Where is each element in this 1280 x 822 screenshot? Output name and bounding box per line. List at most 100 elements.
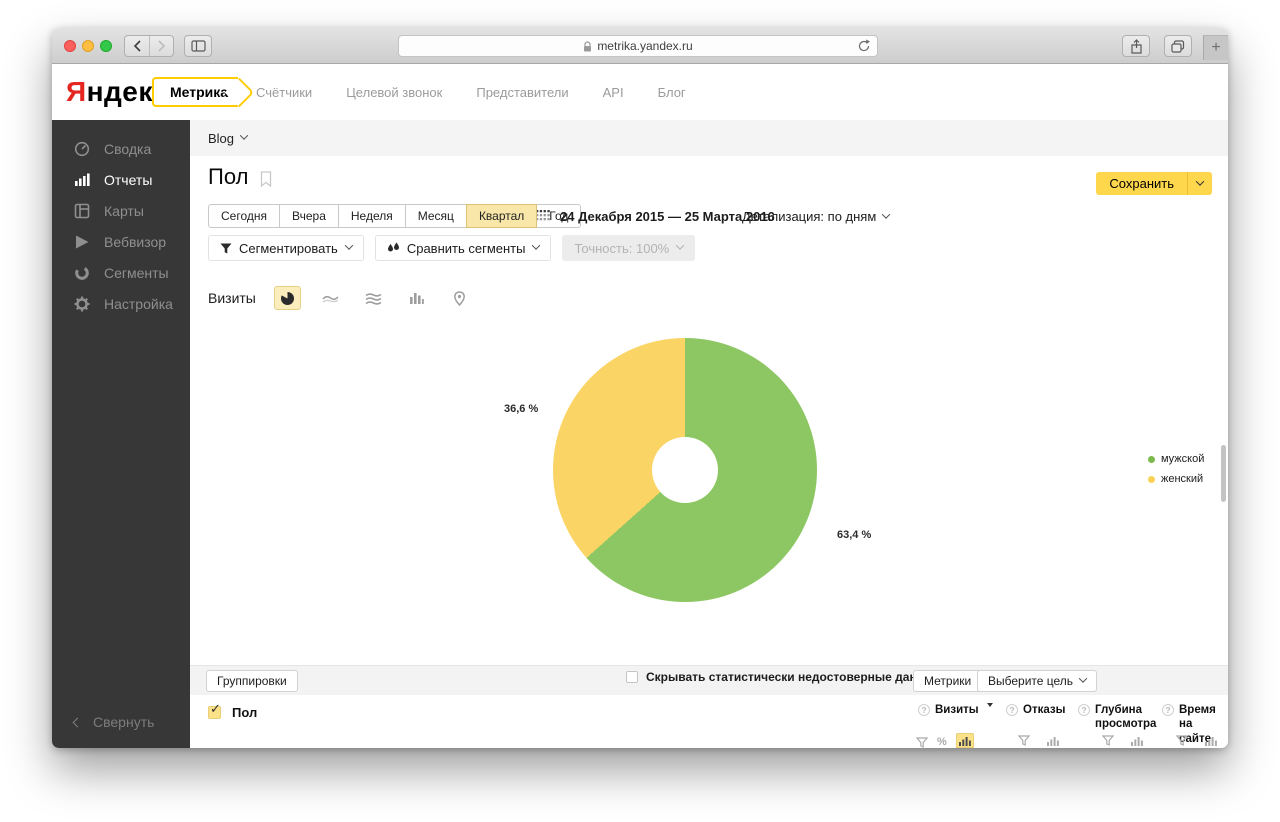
chevron-down-icon bbox=[532, 241, 541, 250]
collapse-sidebar-button[interactable]: Свернуть bbox=[72, 714, 154, 730]
chevron-left-icon bbox=[72, 717, 83, 727]
legend-dot-green bbox=[1148, 455, 1155, 463]
product-tab-metrika[interactable]: Метрика bbox=[152, 77, 255, 108]
help-icon[interactable]: ? bbox=[1078, 704, 1090, 716]
sidebar-item-summary[interactable]: Сводка bbox=[52, 133, 190, 164]
chart-type-map-button[interactable] bbox=[446, 286, 473, 310]
nav-blog[interactable]: Блог bbox=[658, 85, 686, 100]
vertical-scrollbar[interactable] bbox=[1221, 445, 1226, 502]
chart-type-pie-button[interactable] bbox=[273, 286, 301, 310]
period-yesterday[interactable]: Вчера bbox=[279, 204, 339, 228]
bar-view-active-icon[interactable] bbox=[955, 733, 974, 748]
nav-api[interactable]: API bbox=[603, 85, 624, 100]
hide-unreliable-checkbox[interactable] bbox=[626, 671, 638, 683]
visits-column-tools: % bbox=[916, 733, 974, 748]
sidebar-item-settings[interactable]: Настройка bbox=[52, 288, 190, 319]
nav-counters[interactable]: Счётчики bbox=[256, 85, 312, 100]
sidebar-item-webvisor[interactable]: Вебвизор bbox=[52, 226, 190, 257]
url-text: metrika.yandex.ru bbox=[597, 39, 693, 53]
choose-goal-button[interactable]: Выберите цель bbox=[977, 670, 1098, 692]
service-header: Яндекс Метрика Счётчики Целевой звонок П… bbox=[52, 65, 1228, 120]
bookmark-icon[interactable] bbox=[260, 171, 272, 192]
sidebar-toggle-button[interactable] bbox=[184, 35, 212, 57]
save-button[interactable]: Сохранить bbox=[1096, 172, 1187, 195]
history-nav-group bbox=[124, 35, 174, 57]
back-button[interactable] bbox=[125, 36, 149, 56]
sidebar-item-segments[interactable]: Сегменты bbox=[52, 257, 190, 288]
column-depth-header[interactable]: ? Глубина просмотра bbox=[1078, 703, 1156, 732]
period-week[interactable]: Неделя bbox=[337, 204, 406, 228]
bar-view-icon[interactable] bbox=[1047, 736, 1059, 746]
bar-view-icon[interactable] bbox=[1131, 736, 1143, 746]
minimize-window-button[interactable] bbox=[82, 40, 94, 52]
pie-chart-icon bbox=[280, 291, 294, 305]
bar-view-icon[interactable] bbox=[1205, 736, 1217, 746]
help-icon[interactable]: ? bbox=[918, 704, 930, 716]
period-selector: Сегодня Вчера Неделя Месяц Квартал Год bbox=[208, 204, 582, 228]
period-today[interactable]: Сегодня bbox=[208, 204, 280, 228]
legend-item-male[interactable]: мужской bbox=[1148, 453, 1204, 465]
chevron-down-icon bbox=[239, 131, 249, 140]
lock-icon bbox=[584, 40, 592, 51]
line-chart-icon bbox=[322, 295, 339, 303]
filter-icon[interactable] bbox=[916, 737, 928, 748]
filter-icon[interactable] bbox=[1102, 735, 1114, 746]
legend-item-female[interactable]: женский bbox=[1148, 473, 1204, 485]
help-icon[interactable]: ? bbox=[1162, 704, 1174, 716]
check-icon: ✓ bbox=[210, 701, 221, 716]
legend-dot-yellow bbox=[1148, 475, 1155, 483]
column-bounces-header[interactable]: ? Отказы bbox=[1006, 703, 1088, 717]
nav-target-call[interactable]: Целевой звонок bbox=[346, 85, 442, 100]
column-bounces: ? Отказы bbox=[1006, 703, 1088, 717]
calendar-icon bbox=[536, 210, 550, 221]
gender-checkbox[interactable]: ✓ bbox=[208, 701, 221, 719]
filter-icon[interactable] bbox=[1018, 735, 1030, 746]
sidebar-item-reports[interactable]: Отчеты bbox=[52, 164, 190, 195]
detailing-selector[interactable]: Детализация: по дням bbox=[742, 209, 891, 224]
date-range-picker[interactable]: 24 Декабря 2015 — 25 Марта 2016 bbox=[536, 209, 775, 224]
segments-icon bbox=[75, 265, 89, 280]
chart-type-toolbar: Визиты bbox=[208, 286, 473, 310]
compare-segments-button[interactable]: Сравнить сегменты bbox=[374, 235, 552, 261]
counter-switcher[interactable]: Blog bbox=[190, 120, 1228, 156]
counter-name: Blog bbox=[208, 130, 235, 146]
footer-toolbar: Группировки Скрывать статистически недос… bbox=[190, 665, 1228, 695]
chart-type-columns-button[interactable] bbox=[403, 286, 430, 310]
close-window-button[interactable] bbox=[64, 40, 76, 52]
metric-label: Визиты bbox=[208, 290, 256, 306]
forward-button[interactable] bbox=[149, 36, 173, 56]
accuracy-button[interactable]: Точность: 100% bbox=[562, 235, 696, 261]
chevron-down-icon bbox=[1078, 674, 1088, 683]
filter-icon bbox=[220, 243, 232, 253]
filter-icon[interactable] bbox=[1176, 735, 1188, 746]
help-icon[interactable]: ? bbox=[1006, 704, 1018, 716]
period-month[interactable]: Месяц bbox=[404, 204, 467, 228]
chevron-right-icon bbox=[158, 40, 166, 52]
reload-button[interactable] bbox=[857, 38, 871, 57]
new-tab-button[interactable]: + bbox=[1203, 35, 1228, 60]
share-button[interactable] bbox=[1122, 35, 1150, 57]
tab-overview-button[interactable] bbox=[1164, 35, 1192, 57]
nav-representatives[interactable]: Представители bbox=[476, 85, 568, 100]
chevron-down-icon bbox=[676, 241, 685, 250]
zoom-window-button[interactable] bbox=[100, 40, 112, 52]
column-chart-icon bbox=[409, 293, 424, 304]
reload-icon bbox=[858, 39, 870, 52]
column-visits-header[interactable]: ? Визиты bbox=[918, 703, 1000, 717]
chart-type-stacked-button[interactable] bbox=[360, 286, 387, 310]
column-depth: ? Глубина просмотра bbox=[1078, 703, 1156, 732]
chart-type-line-button[interactable] bbox=[317, 286, 344, 310]
sidebar-item-maps[interactable]: Карты bbox=[52, 195, 190, 226]
page-title: Пол bbox=[208, 164, 249, 189]
percent-icon[interactable]: % bbox=[937, 736, 947, 748]
period-quarter[interactable]: Квартал bbox=[465, 204, 538, 228]
metrics-button[interactable]: Метрики bbox=[913, 670, 983, 692]
save-dropdown-button[interactable] bbox=[1187, 172, 1212, 195]
segment-toolbar: Сегментировать Сравнить сегменты Точност… bbox=[208, 235, 696, 261]
address-bar[interactable]: metrika.yandex.ru bbox=[398, 35, 878, 57]
chevron-down-icon bbox=[1195, 176, 1205, 186]
gauge-icon bbox=[74, 141, 90, 156]
browser-titlebar: metrika.yandex.ru + bbox=[52, 28, 1228, 64]
groupings-button[interactable]: Группировки bbox=[206, 670, 298, 692]
segment-button[interactable]: Сегментировать bbox=[208, 235, 364, 261]
